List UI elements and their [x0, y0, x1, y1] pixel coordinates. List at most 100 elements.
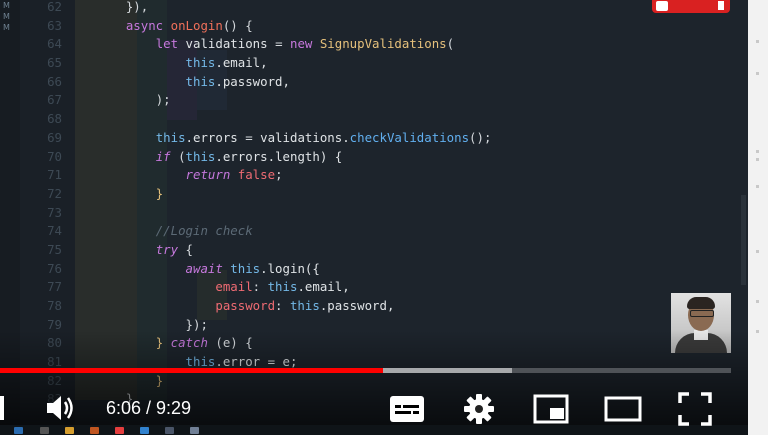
- code-token: onLogin: [170, 17, 223, 33]
- code-token: false: [237, 167, 276, 183]
- code-token: this: [230, 260, 261, 276]
- code-token: try: [155, 241, 186, 257]
- code-token: this: [185, 55, 216, 71]
- code-token: this: [155, 129, 186, 145]
- line-number: 70: [47, 148, 62, 164]
- code-token: if: [155, 148, 179, 164]
- subscribe-badge[interactable]: [652, 0, 730, 13]
- code-token: .errors: [185, 129, 246, 145]
- code-token: this: [267, 279, 298, 295]
- code-token: .email,: [215, 55, 268, 71]
- code-token: this: [185, 148, 216, 164]
- line-number: 74: [47, 223, 62, 239]
- progress-played: [0, 368, 384, 373]
- code-token: checkValidations: [349, 129, 470, 145]
- code-token: .password,: [319, 298, 395, 313]
- line-number: 62: [47, 0, 62, 14]
- line-number: 69: [47, 129, 62, 145]
- editor-scrollbar[interactable]: [741, 195, 746, 285]
- code-line: 62 }),: [20, 0, 491, 17]
- code-line: 67 );: [20, 91, 491, 110]
- code-token: SignupValidations: [319, 36, 447, 52]
- right-panel: [748, 0, 768, 435]
- subtitles-icon[interactable]: [389, 395, 425, 423]
- code-token: this: [185, 73, 216, 89]
- code-token: (: [178, 148, 186, 164]
- subscribe-icon: [656, 1, 668, 11]
- code-token: this: [289, 298, 320, 313]
- play-icon[interactable]: [0, 396, 4, 420]
- line-number: 73: [47, 204, 62, 220]
- line-number: 71: [47, 167, 62, 183]
- video-player[interactable]: MMM 62 }), 63 async onLogin() {64 let val…: [0, 0, 768, 435]
- code-token: await: [185, 260, 231, 276]
- code-token: validations.: [260, 129, 350, 145]
- line-number: 63: [47, 17, 62, 33]
- code-token: .email,: [297, 279, 350, 295]
- line-number: 66: [47, 73, 62, 89]
- volume-icon[interactable]: [44, 390, 76, 426]
- code-token: :: [275, 298, 290, 313]
- progress-bar[interactable]: [0, 368, 731, 373]
- line-number: 78: [47, 298, 62, 313]
- code-token: );: [155, 92, 171, 108]
- desktop-taskbar: [0, 425, 748, 435]
- explorer-marker: M: [3, 12, 10, 21]
- fullscreen-icon[interactable]: [678, 392, 712, 426]
- code-token: .login({: [260, 260, 320, 276]
- line-number: 77: [47, 279, 62, 295]
- code-token: =: [245, 129, 261, 145]
- explorer-marker: M: [3, 23, 10, 32]
- code-line: 74 //Login check: [20, 222, 491, 241]
- code-token: .password,: [215, 73, 290, 89]
- code-token: {: [185, 241, 193, 257]
- code-token: async: [125, 17, 171, 33]
- code-line: 77 email: this.email,: [20, 278, 491, 297]
- code-token: return: [185, 167, 238, 183]
- time-display: 6:06 / 9:29: [106, 398, 192, 418]
- line-number: 72: [47, 185, 62, 201]
- line-number: 76: [47, 260, 62, 276]
- code-line: 76 await this.login({: [20, 260, 491, 279]
- line-number: 75: [47, 241, 62, 257]
- code-line: 75 try {: [20, 241, 491, 260]
- code-line: 64 let validations = new SignupValidatio…: [20, 35, 491, 54]
- miniplayer-icon[interactable]: [533, 394, 569, 424]
- theater-icon[interactable]: [604, 396, 642, 422]
- code-line: 63 async onLogin() {: [20, 17, 491, 36]
- explorer-marker: M: [3, 1, 10, 10]
- code-token: email: [215, 279, 253, 295]
- code-token: password: [215, 298, 276, 313]
- code-token: }: [155, 185, 164, 201]
- code-token: new: [289, 36, 320, 52]
- code-line: 70 if (this.errors.length) {: [20, 148, 491, 167]
- code-line: 65 this.email,: [20, 54, 491, 73]
- code-token: validations: [185, 36, 276, 52]
- code-token: let: [155, 36, 186, 52]
- code-token: }),: [125, 0, 149, 14]
- bell-icon: [718, 1, 724, 10]
- line-number: 67: [47, 92, 62, 108]
- code-line: 69 this.errors = validations.checkValida…: [20, 129, 491, 148]
- code-token: =: [275, 36, 290, 52]
- code-token: :: [252, 279, 268, 295]
- code-line: 68: [20, 110, 491, 129]
- code-line: 72 }: [20, 185, 491, 204]
- code-line: 66 this.password,: [20, 73, 491, 92]
- line-number: 64: [47, 36, 62, 52]
- code-token: () {: [222, 17, 253, 33]
- settings-icon[interactable]: [463, 393, 495, 425]
